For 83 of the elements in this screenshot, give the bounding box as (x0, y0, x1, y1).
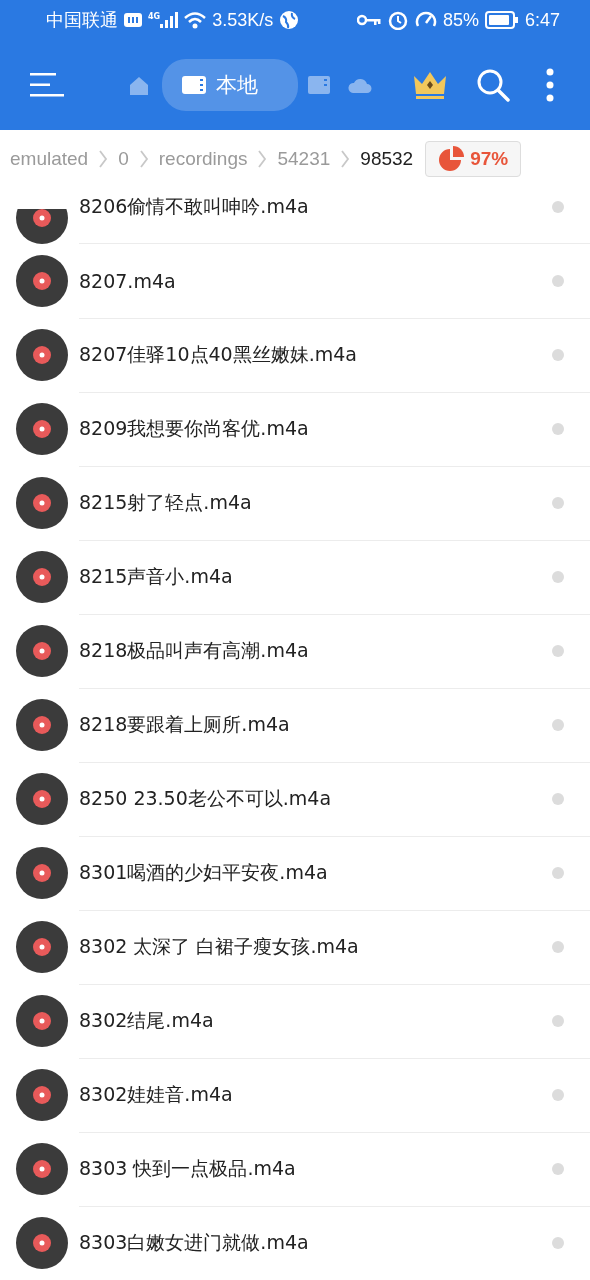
selection-checkbox[interactable] (552, 274, 564, 287)
file-name: 8218要跟着上厕所.m4a (79, 711, 291, 737)
battery-percent: 85% (442, 9, 479, 31)
vinyl-disc-icon (16, 847, 68, 899)
carrier-name: 中国联通 (46, 9, 118, 32)
selection-checkbox[interactable] (552, 644, 564, 657)
network-type: 4G (148, 12, 161, 21)
file-row[interactable]: 8209我想要你尚客优.m4a (0, 392, 590, 466)
file-name: 8303 快到一点极品.m4a (79, 1155, 297, 1181)
vinyl-disc-icon (16, 699, 68, 751)
wifi-icon (184, 11, 207, 29)
vinyl-disc-icon (16, 1143, 68, 1195)
more-options-icon[interactable] (546, 68, 554, 102)
file-row[interactable]: 8207佳驿10点40黑丝嫩妹.m4a (0, 318, 590, 392)
file-name: 8250 23.50老公不可以.m4a (79, 785, 333, 811)
alarm-icon (386, 10, 409, 30)
file-row[interactable]: 8207.m4a (0, 244, 590, 318)
file-name: 8302结尾.m4a (79, 1007, 215, 1033)
file-row[interactable]: 8250 23.50老公不可以.m4a (0, 762, 590, 836)
signal-icon (160, 12, 179, 28)
selection-checkbox[interactable] (552, 200, 564, 213)
chevron-icon (340, 148, 351, 169)
selection-checkbox[interactable] (552, 1014, 564, 1027)
selection-checkbox[interactable] (552, 348, 564, 361)
file-row[interactable]: 8303白嫩女进门就做.m4a (0, 1206, 590, 1280)
vinyl-disc-icon (16, 995, 68, 1047)
file-name: 8301喝酒的少妇平安夜.m4a (79, 859, 329, 885)
file-row[interactable]: 8302结尾.m4a (0, 984, 590, 1058)
chevron-icon (257, 148, 268, 169)
sd-card-icon (308, 75, 332, 95)
file-name: 8207.m4a (79, 269, 177, 292)
selection-checkbox[interactable] (552, 940, 564, 953)
search-icon[interactable] (476, 68, 510, 102)
vinyl-disc-icon (16, 403, 68, 455)
selection-checkbox[interactable] (552, 1162, 564, 1175)
key-icon (356, 13, 381, 27)
vinyl-disc-icon (16, 255, 68, 307)
vinyl-disc-icon (16, 329, 68, 381)
vinyl-disc-icon (16, 1217, 68, 1269)
selection-checkbox[interactable] (552, 792, 564, 805)
file-row[interactable]: 8215射了轻点.m4a (0, 466, 590, 540)
file-name: 8302娃娃音.m4a (79, 1081, 234, 1107)
file-name: 8215声音小.m4a (79, 563, 234, 589)
vinyl-disc-icon (16, 625, 68, 677)
selection-checkbox[interactable] (552, 496, 564, 509)
file-row[interactable]: 8206偷情不敢叫呻吟.m4a (0, 187, 590, 244)
chevron-icon (98, 148, 109, 169)
network-speed: 3.53K/s (212, 9, 274, 31)
phone-storage-icon (182, 75, 206, 95)
file-name: 8302 太深了 白裙子瘦女孩.m4a (79, 933, 360, 959)
battery-icon (484, 11, 519, 29)
selection-checkbox[interactable] (552, 422, 564, 435)
file-name: 8209我想要你尚客优.m4a (79, 415, 310, 441)
file-name: 8206偷情不敢叫呻吟.m4a (79, 193, 310, 219)
file-row[interactable]: 8218要跟着上厕所.m4a (0, 688, 590, 762)
globe-icon (279, 10, 300, 30)
vinyl-disc-icon (16, 551, 68, 603)
clock-time: 6:47 (524, 9, 560, 31)
selection-checkbox[interactable] (552, 570, 564, 583)
vinyl-disc-icon (16, 773, 68, 825)
menu-icon[interactable] (30, 73, 64, 97)
file-row[interactable]: 8218极品叫声有高潮.m4a (0, 614, 590, 688)
selection-checkbox[interactable] (552, 1236, 564, 1249)
vinyl-disc-icon (16, 477, 68, 529)
vinyl-disc-icon (16, 921, 68, 973)
crown-icon[interactable] (412, 70, 448, 100)
file-row[interactable]: 8303 快到一点极品.m4a (0, 1132, 590, 1206)
chevron-icon (138, 148, 149, 169)
file-row[interactable]: 8302娃娃音.m4a (0, 1058, 590, 1132)
selection-checkbox[interactable] (552, 718, 564, 731)
file-row[interactable]: 8302 太深了 白裙子瘦女孩.m4a (0, 910, 590, 984)
file-row[interactable]: 8215声音小.m4a (0, 540, 590, 614)
file-name: 8303白嫩女进门就做.m4a (79, 1229, 310, 1255)
breadcrumb-item[interactable]: 98532 (356, 147, 418, 170)
hd-icon (124, 13, 142, 27)
file-row[interactable]: 8301喝酒的少妇平安夜.m4a (0, 836, 590, 910)
pie-chart-icon (438, 145, 465, 172)
file-name: 8215射了轻点.m4a (79, 489, 253, 515)
selection-checkbox[interactable] (552, 866, 564, 879)
selection-checkbox[interactable] (552, 1088, 564, 1101)
vinyl-disc-icon (16, 1069, 68, 1121)
file-name: 8218极品叫声有高潮.m4a (79, 637, 310, 663)
file-name: 8207佳驿10点40黑丝嫩妹.m4a (79, 341, 358, 367)
